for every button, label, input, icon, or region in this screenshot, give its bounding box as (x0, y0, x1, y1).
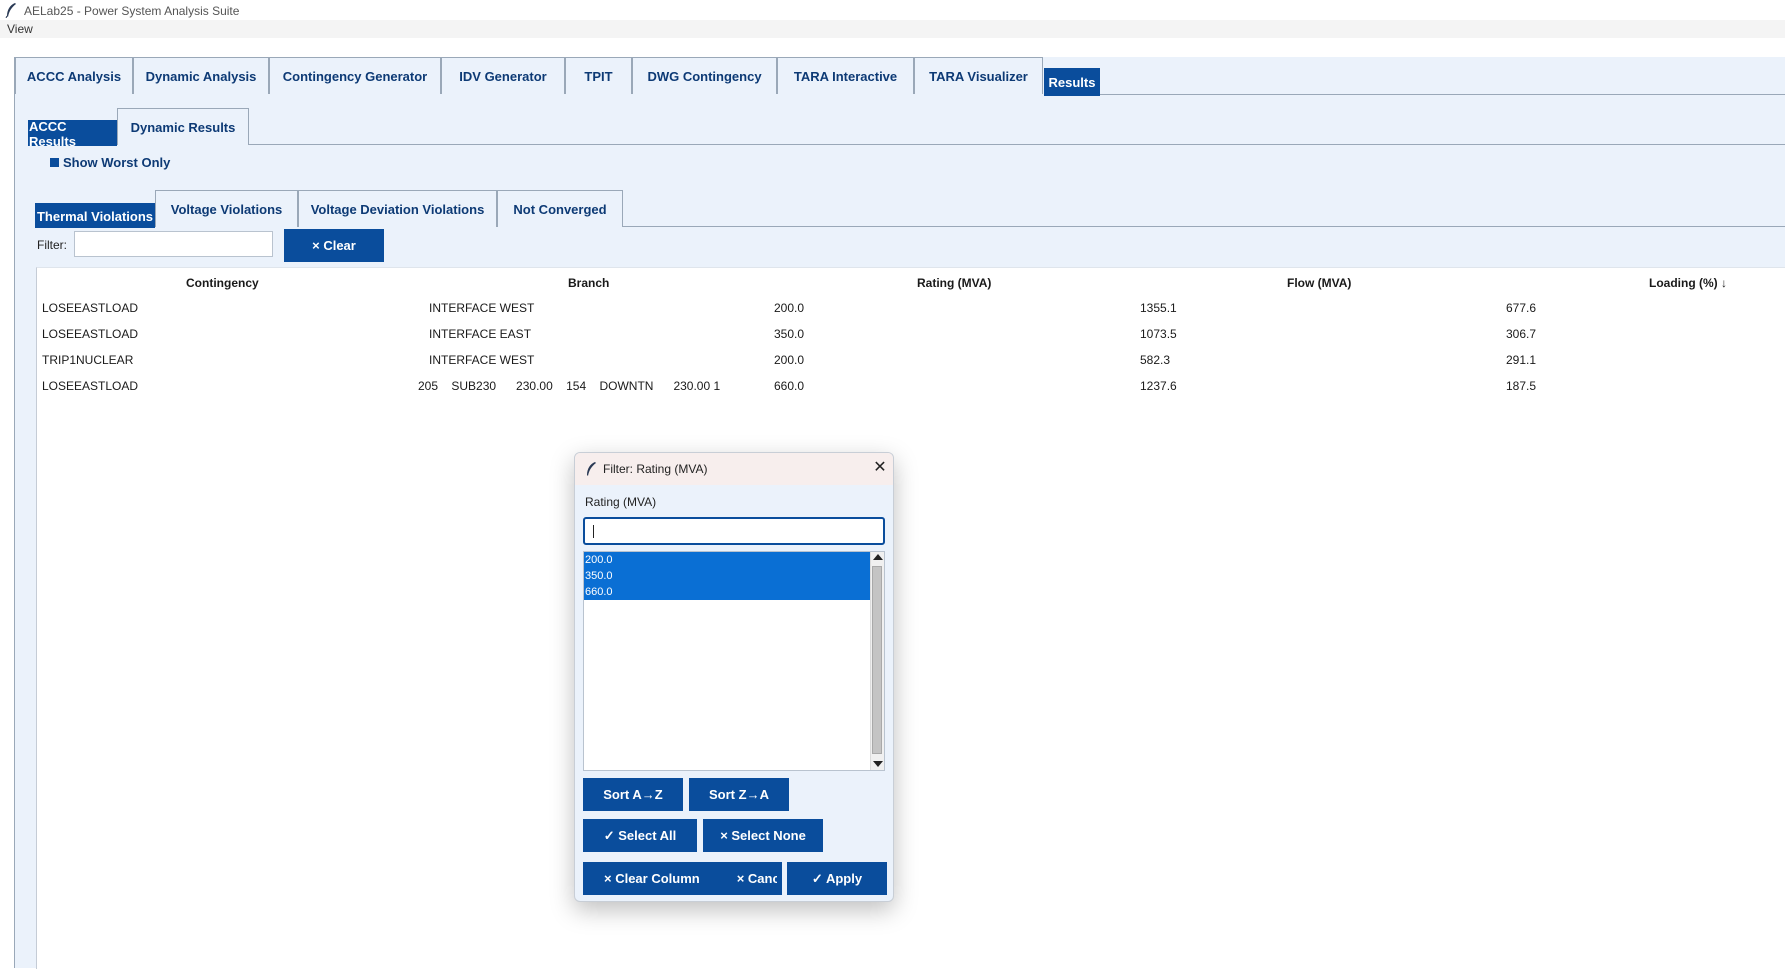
select-all-button[interactable]: ✓ Select All (583, 819, 697, 852)
close-icon[interactable]: ✕ (871, 459, 889, 477)
column-header-flow[interactable]: Flow (MVA) (1287, 276, 1351, 290)
feather-icon (5, 3, 16, 18)
tab-dwg-contingency[interactable]: DWG Contingency (632, 57, 777, 94)
tab-strip-divider (1100, 94, 1785, 95)
thermal-violations-table: Contingency Branch Rating (MVA) Flow (MV… (36, 267, 1785, 969)
tab-accc-results[interactable]: ACCC Results (28, 119, 117, 149)
tab-voltage-violations[interactable]: Voltage Violations (155, 190, 298, 227)
apply-button[interactable]: ✓ Apply (787, 862, 887, 895)
scrollbar-thumb[interactable] (872, 566, 882, 754)
column-header-loading[interactable]: Loading (%) ↓ (1649, 276, 1727, 290)
dialog-title-bar[interactable]: Filter: Rating (MVA) ✕ (575, 453, 893, 485)
cell-loading: 291.1 (1506, 353, 1537, 367)
cell-rating: 200.0 (774, 301, 805, 315)
cancel-button[interactable]: × Cancel (737, 871, 777, 886)
tab-dynamic-analysis[interactable]: Dynamic Analysis (133, 57, 269, 94)
clear-cancel-group: × Clear Column × Cancel (583, 862, 782, 895)
column-header-contingency[interactable]: Contingency (186, 276, 259, 290)
tab-accc-analysis[interactable]: ACCC Analysis (15, 57, 133, 94)
scroll-up-icon[interactable] (873, 554, 883, 560)
tab-results[interactable]: Results (1044, 68, 1100, 96)
list-item[interactable]: 350.0 (584, 568, 870, 584)
cell-contingency: LOSEEASTLOAD (42, 301, 139, 315)
cell-contingency: LOSEEASTLOAD (42, 379, 139, 393)
scroll-down-icon[interactable] (873, 761, 883, 767)
cell-branch: INTERFACE EAST (429, 327, 532, 341)
list-item[interactable]: 200.0 (584, 552, 870, 568)
cell-rating: 660.0 (774, 379, 805, 393)
subtab-divider (249, 144, 1785, 145)
cell-branch: 205 SUB230 230.00 154 DOWNTN 230.00 1 (418, 379, 721, 393)
column-header-branch[interactable]: Branch (568, 276, 609, 290)
list-item[interactable]: 660.0 (584, 584, 870, 600)
tab-contingency-generator[interactable]: Contingency Generator (269, 57, 441, 94)
cell-branch: INTERFACE WEST (429, 301, 535, 315)
filter-input[interactable] (74, 231, 273, 257)
text-caret (593, 525, 594, 538)
show-worst-checkbox[interactable] (50, 158, 59, 167)
cell-branch: INTERFACE WEST (429, 353, 535, 367)
filter-label: Filter: (37, 238, 67, 252)
menu-view[interactable]: View (7, 22, 33, 36)
tab-dynamic-results[interactable]: Dynamic Results (117, 108, 249, 145)
cell-flow: 1073.5 (1140, 327, 1177, 341)
violation-tab-divider (623, 226, 1785, 227)
tab-voltage-deviation-violations[interactable]: Voltage Deviation Violations (298, 190, 497, 227)
listbox-scrollbar[interactable] (870, 552, 884, 770)
clear-filter-button[interactable]: × Clear (284, 229, 384, 262)
cell-contingency: TRIP1NUCLEAR (42, 353, 134, 367)
tab-thermal-violations[interactable]: Thermal Violations (35, 203, 155, 228)
dialog-title: Filter: Rating (MVA) (603, 462, 708, 476)
filter-dialog: Filter: Rating (MVA) ✕ Rating (MVA) 200.… (574, 452, 894, 902)
feather-icon (587, 462, 596, 476)
tab-idv-generator[interactable]: IDV Generator (441, 57, 565, 94)
window-title: AELab25 - Power System Analysis Suite (24, 4, 240, 18)
sort-az-button[interactable]: Sort A→Z (583, 778, 683, 811)
sort-za-button[interactable]: Sort Z→A (689, 778, 789, 811)
cell-rating: 350.0 (774, 327, 805, 341)
value-listbox[interactable]: 200.0 350.0 660.0 (583, 551, 885, 771)
clear-column-button[interactable]: × Clear Column (604, 871, 700, 886)
dialog-column-label: Rating (MVA) (585, 495, 657, 509)
select-none-button[interactable]: × Select None (703, 819, 823, 852)
cell-loading: 677.6 (1506, 301, 1537, 315)
tab-not-converged[interactable]: Not Converged (497, 190, 623, 227)
tab-tara-visualizer[interactable]: TARA Visualizer (914, 57, 1043, 94)
cell-flow: 1237.6 (1140, 379, 1177, 393)
cell-flow: 582.3 (1140, 353, 1171, 367)
cell-contingency: LOSEEASTLOAD (42, 327, 139, 341)
title-bar: AELab25 - Power System Analysis Suite (0, 0, 1785, 20)
cell-loading: 187.5 (1506, 379, 1537, 393)
column-header-rating[interactable]: Rating (MVA) (917, 276, 991, 290)
tab-tpit[interactable]: TPIT (565, 57, 632, 94)
cell-rating: 200.0 (774, 353, 805, 367)
dialog-search-input[interactable] (583, 517, 885, 545)
show-worst-label[interactable]: Show Worst Only (63, 155, 170, 170)
tab-tara-interactive[interactable]: TARA Interactive (777, 57, 914, 94)
menu-bar: View (0, 20, 1785, 38)
cell-flow: 1355.1 (1140, 301, 1177, 315)
cell-loading: 306.7 (1506, 327, 1537, 341)
